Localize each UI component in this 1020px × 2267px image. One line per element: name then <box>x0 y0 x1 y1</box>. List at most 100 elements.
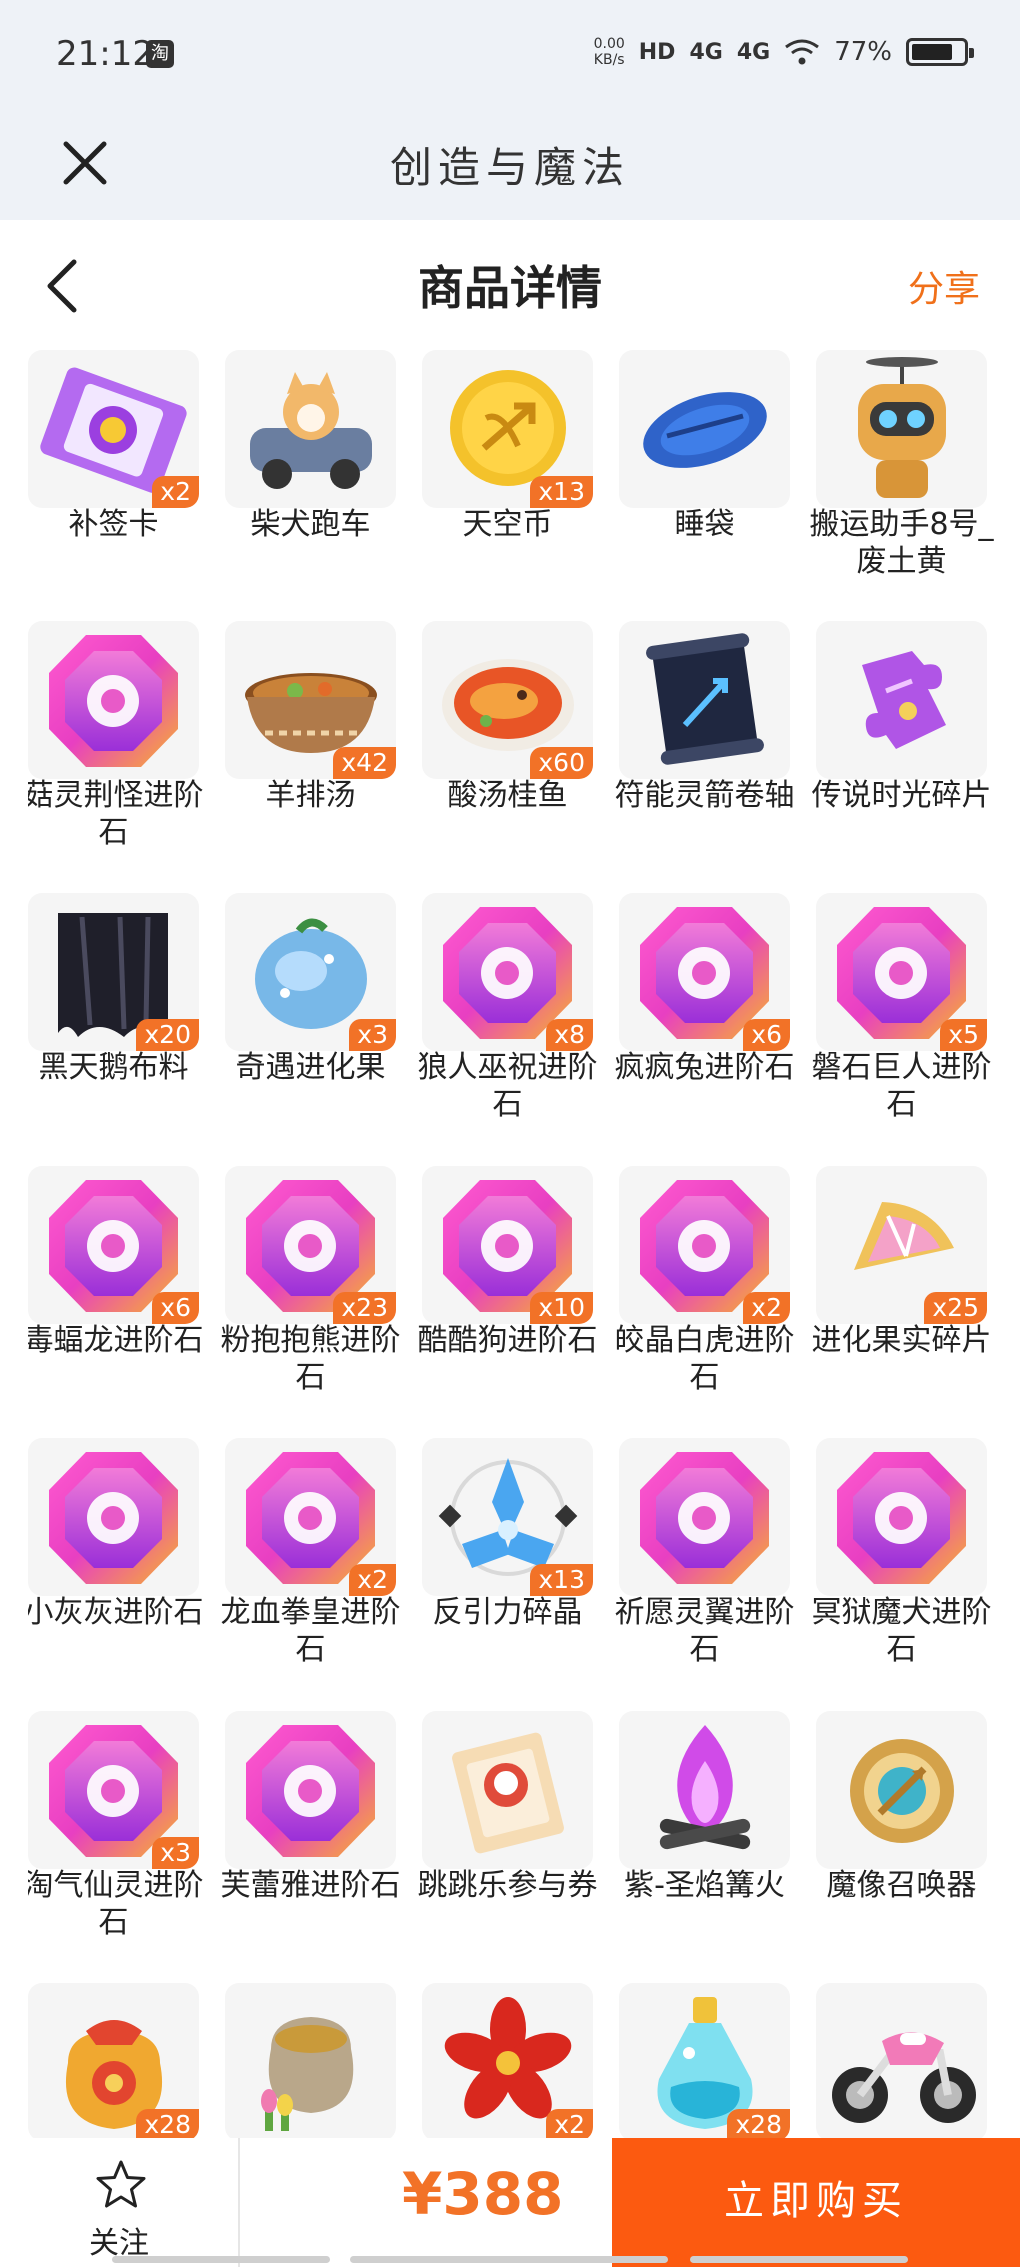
item-card[interactable]: x42 羊排汤 <box>225 621 396 883</box>
item-thumbnail: x13 <box>422 350 593 508</box>
taobao-badge-icon: 淘 <box>146 40 174 68</box>
item-name: 狼人巫祝进阶石 <box>417 1050 598 1122</box>
item-name: 毒蝠龙进阶石 <box>28 1323 204 1358</box>
item-card[interactable]: x6 毒蝠龙进阶石 <box>28 1166 204 1428</box>
item-card[interactable]: x8 狼人巫祝进阶石 <box>418 893 598 1155</box>
item-card[interactable]: x2 皎晶白虎进阶石 <box>615 1166 795 1428</box>
follow-button[interactable]: 关注 <box>0 2138 240 2267</box>
motorbike-icon <box>832 2032 976 2123</box>
signal-4g-icon: 4G <box>689 39 723 65</box>
price: ¥388 <box>402 2160 564 2228</box>
item-thumbnail <box>816 1711 987 1869</box>
item-name: 进化果实碎片 <box>811 1323 992 1358</box>
item-card[interactable]: 跳跳乐参与券 <box>418 1711 598 1973</box>
item-card[interactable]: x28 <box>619 1983 790 2138</box>
item-card[interactable]: x60 酸汤桂鱼 <box>422 621 593 883</box>
item-name: 紫-圣焰篝火 <box>624 1868 785 1903</box>
page-title: 商品详情 <box>418 261 602 315</box>
item-quantity-badge: x6 <box>152 1292 199 1324</box>
item-thumbnail <box>225 1711 396 1869</box>
item-quantity-badge: x5 <box>940 1019 987 1051</box>
item-thumbnail: x25 <box>816 1166 987 1324</box>
item-card[interactable]: 睡袋 <box>619 350 790 612</box>
item-name: 符能灵箭卷轴 <box>614 778 795 813</box>
share-button[interactable]: 分享 <box>908 260 980 312</box>
item-card[interactable] <box>225 1983 396 2138</box>
item-card[interactable]: 小灰灰进阶石 <box>28 1438 204 1700</box>
item-card[interactable]: x2 <box>422 1983 593 2138</box>
item-quantity-badge: x23 <box>333 1292 396 1324</box>
item-name: 反引力碎晶 <box>432 1595 583 1630</box>
miniapp-header: 创造与魔法 <box>0 112 1020 220</box>
item-card[interactable]: x25 进化果实碎片 <box>812 1166 992 1428</box>
puzzle-icon <box>862 651 946 749</box>
item-thumbnail <box>28 1438 199 1596</box>
item-card[interactable] <box>816 1983 987 2138</box>
gem-icon <box>49 1452 178 1584</box>
item-name: 酸汤桂鱼 <box>447 778 568 813</box>
item-card[interactable]: x10 酷酷狗进阶石 <box>418 1166 598 1428</box>
item-name: 柴犬跑车 <box>250 507 371 542</box>
scroll-icon <box>646 633 764 765</box>
item-quantity-badge: x2 <box>546 2109 593 2138</box>
item-thumbnail: x28 <box>28 1983 199 2138</box>
item-card[interactable]: x5 磐石巨人进阶石 <box>812 893 992 1155</box>
item-thumbnail: x2 <box>28 350 199 508</box>
nav-bar: 商品详情 分享 <box>0 220 1020 350</box>
item-quantity-badge: x3 <box>152 1837 199 1869</box>
item-card[interactable]: 搬运助手8号_废土黄 <box>809 350 994 612</box>
item-card[interactable]: x13 天空币 <box>422 350 593 612</box>
item-quantity-badge: x60 <box>530 747 593 779</box>
robot-icon <box>858 357 946 498</box>
item-name: 酷酷狗进阶石 <box>417 1323 598 1358</box>
item-name: 黑天鹅布料 <box>38 1050 189 1085</box>
item-card[interactable]: x20 黑天鹅布料 <box>28 893 199 1155</box>
item-thumbnail: x6 <box>28 1166 199 1324</box>
item-thumbnail <box>816 1438 987 1596</box>
item-card[interactable]: 符能灵箭卷轴 <box>615 621 795 883</box>
gem-icon <box>837 1452 966 1584</box>
item-card[interactable]: x13 反引力碎晶 <box>422 1438 593 1700</box>
item-card[interactable]: x28 <box>28 1983 199 2138</box>
item-name: 小灰灰进阶石 <box>28 1595 204 1630</box>
item-name: 魔像召唤器 <box>826 1868 977 1903</box>
bottom-bar: 关注 ¥388 立即购买 <box>0 2138 1020 2267</box>
item-thumbnail <box>225 1983 396 2138</box>
status-time: 21:12 <box>56 34 154 74</box>
item-card[interactable]: 紫-圣焰篝火 <box>619 1711 790 1973</box>
item-thumbnail: x3 <box>225 893 396 1051</box>
status-bar: 21:12 淘 0.00 KB/s HD 4G 4G 77% <box>0 0 1020 112</box>
item-name: 传说时光碎片 <box>811 778 992 813</box>
item-thumbnail <box>816 1983 987 2138</box>
item-thumbnail: x2 <box>619 1166 790 1324</box>
item-name: 芙蕾雅进阶石 <box>220 1868 401 1903</box>
item-card[interactable]: x23 粉抱抱熊进阶石 <box>221 1166 401 1428</box>
hd-icon: HD <box>638 39 676 65</box>
item-card[interactable]: x2 补签卡 <box>28 350 199 612</box>
item-name: 龙血拳皇进阶石 <box>220 1595 401 1667</box>
item-card[interactable]: 祈愿灵翼进阶石 <box>615 1438 795 1700</box>
item-card[interactable]: x3 淘气仙灵进阶石 <box>28 1711 204 1973</box>
item-name: 羊排汤 <box>265 778 356 813</box>
item-card[interactable]: 魔像召唤器 <box>816 1711 987 1973</box>
item-quantity-badge: x42 <box>333 747 396 779</box>
buy-now-button[interactable]: 立即购买 <box>612 2138 1020 2267</box>
item-quantity-badge: x2 <box>349 1564 396 1596</box>
item-card[interactable]: x3 奇遇进化果 <box>225 893 396 1155</box>
item-card[interactable]: 传说时光碎片 <box>812 621 992 883</box>
seed-bag-icon <box>261 2017 354 2131</box>
coupon-icon <box>452 1732 564 1854</box>
item-card[interactable]: 菇灵荆怪进阶石 <box>28 621 204 883</box>
item-thumbnail <box>816 621 987 779</box>
item-thumbnail: x10 <box>422 1166 593 1324</box>
item-card[interactable]: x2 龙血拳皇进阶石 <box>221 1438 401 1700</box>
item-card[interactable]: 柴犬跑车 <box>225 350 396 612</box>
item-card[interactable]: 芙蕾雅进阶石 <box>221 1711 401 1973</box>
item-card[interactable]: 冥狱魔犬进阶石 <box>812 1438 992 1700</box>
item-thumbnail <box>619 1438 790 1596</box>
sleeping-bag-icon <box>643 392 767 468</box>
home-indicator-segment <box>350 2256 668 2263</box>
item-name: 粉抱抱熊进阶石 <box>220 1323 401 1395</box>
item-quantity-badge: x2 <box>152 476 199 508</box>
item-card[interactable]: x6 疯疯兔进阶石 <box>615 893 795 1155</box>
